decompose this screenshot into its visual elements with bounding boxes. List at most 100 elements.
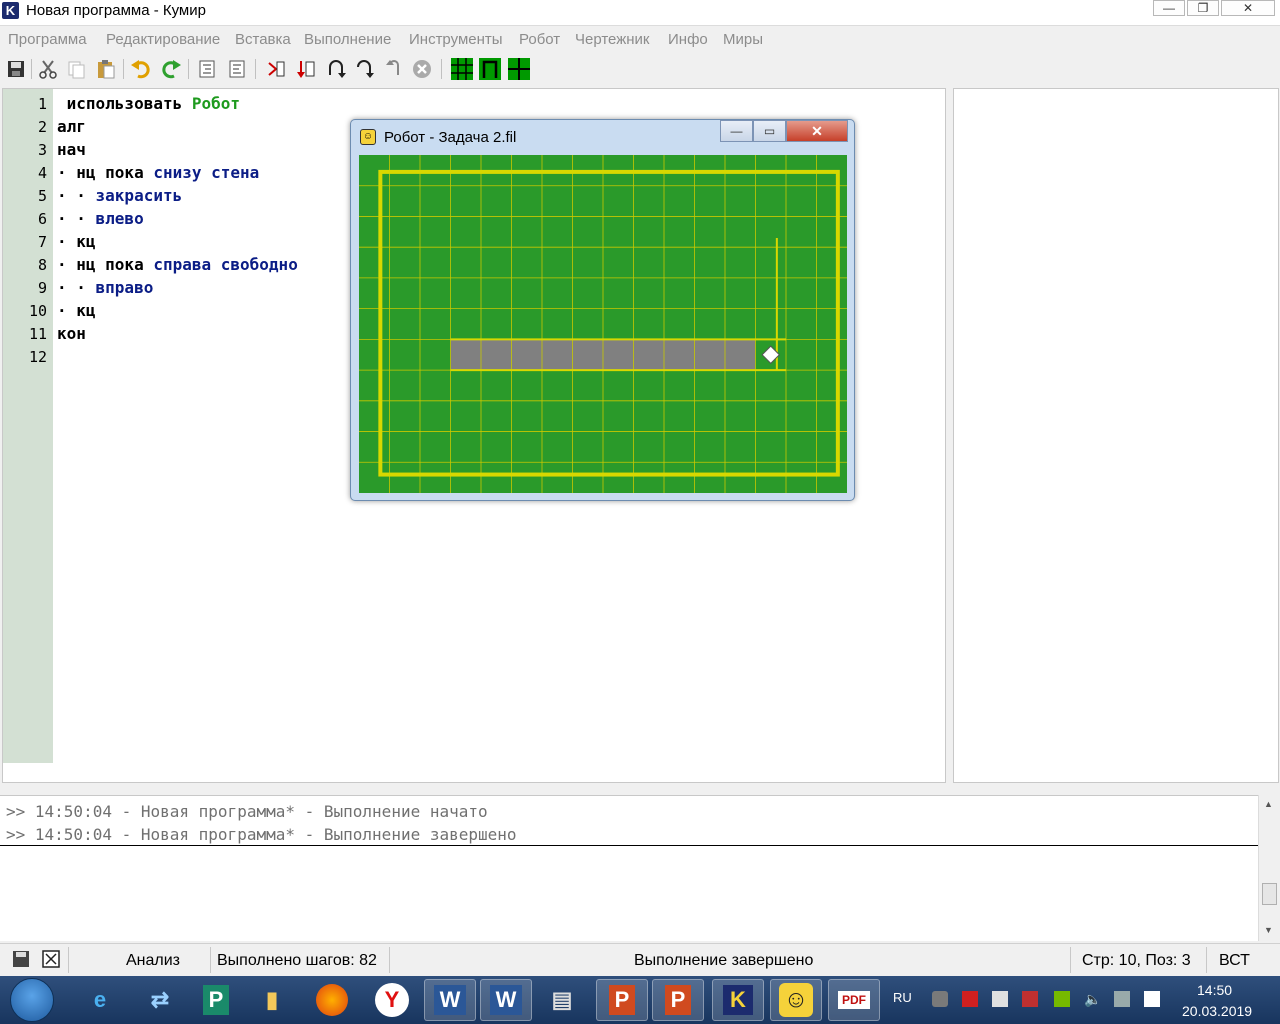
robot-smiley-icon[interactable]: ☺ [770,979,822,1021]
line-number: 12 [28,348,47,366]
menu-worlds[interactable]: Миры [723,31,763,48]
code-line[interactable]: · нц пока снизу стена [57,163,259,182]
code-text: · кц [57,232,96,251]
step-back-icon[interactable] [382,57,406,81]
unindent-icon[interactable] [225,57,249,81]
menu-bar: Программа Редактирование Вставка Выполне… [0,27,1280,53]
tray-battery-icon[interactable] [1144,991,1160,1007]
painted-cell [664,339,695,371]
copy-icon[interactable] [64,57,88,81]
robot-smiley-icon: ☺ [360,129,376,145]
status-close-icon[interactable] [42,950,60,972]
menu-info[interactable]: Инфо [668,31,708,48]
status-message: Выполнение завершено [634,952,814,969]
stop-icon[interactable] [410,57,434,81]
tray-antivirus-icon[interactable] [962,991,978,1007]
variables-panel [953,88,1279,783]
code-line[interactable]: · · вправо [57,278,153,297]
console-divider [0,845,1258,846]
windows-taskbar: e ⇄ P ▮ Y W W ▤ P P K ☺ PDF RU 🔈 14:50 2… [0,976,1280,1024]
tray-display-icon[interactable] [1114,991,1130,1007]
tray-volume-icon[interactable]: 🔈 [1084,991,1101,1007]
menu-program[interactable]: Программа [8,31,87,48]
scroll-up-icon[interactable]: ▲ [1264,799,1273,809]
maximize-button[interactable]: ❐ [1187,0,1219,16]
paste-icon[interactable] [94,57,118,81]
close-button[interactable]: ✕ [1221,0,1275,16]
redo-icon[interactable] [159,57,183,81]
code-line[interactable]: · · влево [57,209,144,228]
word-icon[interactable]: W [424,979,476,1021]
run-regular-icon[interactable] [264,57,288,81]
powerpoint-icon[interactable]: P [596,979,648,1021]
draftsman-icon[interactable] [507,57,531,81]
file-explorer-icon[interactable]: ▮ [246,979,298,1021]
tray-nvidia-icon[interactable] [1054,991,1070,1007]
line-number: 8 [37,256,47,274]
robot-window-icon[interactable] [478,57,502,81]
pdf-icon[interactable]: PDF [828,979,880,1021]
language-indicator[interactable]: RU [893,990,912,1005]
tray-network-icon[interactable] [932,991,948,1007]
scroll-down-icon[interactable]: ▼ [1264,925,1273,935]
robot-window-title: Робот - Задача 2.fil [384,129,517,146]
cut-icon[interactable] [36,57,60,81]
robot-field[interactable] [359,155,847,493]
scroll-thumb[interactable] [1262,883,1277,905]
save-icon[interactable] [4,57,28,81]
undo-icon[interactable] [129,57,153,81]
network-icon[interactable]: ⇄ [134,979,186,1021]
console-scrollbar[interactable]: ▲ ▼ [1258,795,1280,941]
internet-explorer-icon[interactable]: e [74,979,126,1021]
menu-tools[interactable]: Инструменты [409,31,503,48]
robot-minimize-button[interactable]: — [720,120,753,142]
menu-insert[interactable]: Вставка [235,31,291,48]
robot-window[interactable]: ☺ Робот - Задача 2.fil — ▭ ✕ [350,119,855,501]
clock-date[interactable]: 20.03.2019 [1182,1003,1252,1019]
menu-edit[interactable]: Редактирование [106,31,220,48]
robot-maximize-button[interactable]: ▭ [753,120,786,142]
start-button[interactable] [10,978,54,1022]
indent-icon[interactable] [195,57,219,81]
step-out-icon[interactable] [352,57,376,81]
code-line[interactable]: алг [57,117,86,136]
output-console[interactable]: >> 14:50:04 - Новая программа* - Выполне… [0,795,1258,941]
robot-command: вправо [95,278,154,297]
firefox-icon[interactable] [306,979,358,1021]
powerpoint-icon[interactable]: P [652,979,704,1021]
status-mode: Анализ [126,952,181,969]
code-line[interactable]: · кц [57,301,96,320]
tray-device-icon[interactable] [992,991,1008,1007]
robot-close-button[interactable]: ✕ [786,120,848,142]
menu-draftsman[interactable]: Чертежник [575,31,650,48]
menu-robot[interactable]: Робот [519,31,560,48]
code-line[interactable]: · · закрасить [57,186,182,205]
minimize-button[interactable]: — [1153,0,1185,16]
menu-run[interactable]: Выполнение [304,31,391,48]
step-into-icon[interactable] [324,57,348,81]
run-step-icon[interactable] [294,57,318,81]
code-line[interactable]: · кц [57,232,96,251]
robot-command: влево [95,209,144,228]
title-bar: K Новая программа - Кумир — ❐ ✕ [0,0,1280,26]
code-line[interactable]: нач [57,140,86,159]
status-save-icon[interactable] [12,950,30,972]
publisher-icon[interactable]: P [190,979,242,1021]
robot-command: снизу стена [153,163,260,182]
tray-update-icon[interactable] [1022,991,1038,1007]
code-line[interactable]: · нц пока справа свободно [57,255,298,274]
code-text: алг [57,117,86,136]
status-insert-mode: ВСТ [1219,952,1250,969]
word-icon[interactable]: W [480,979,532,1021]
clock-time[interactable]: 14:50 [1197,982,1232,998]
code-text: · кц [57,301,96,320]
line-number: 10 [28,302,47,320]
code-line[interactable]: использовать Робот [57,94,240,113]
kumir-icon[interactable]: K [712,979,764,1021]
console-line: >> 14:50:04 - Новая программа* - Выполне… [6,802,488,821]
code-line[interactable]: кон [57,324,86,343]
printer-icon[interactable]: ▤ [536,979,588,1021]
robot-field-icon[interactable] [450,57,474,81]
yandex-browser-icon[interactable]: Y [366,979,418,1021]
painted-cell [572,339,603,371]
